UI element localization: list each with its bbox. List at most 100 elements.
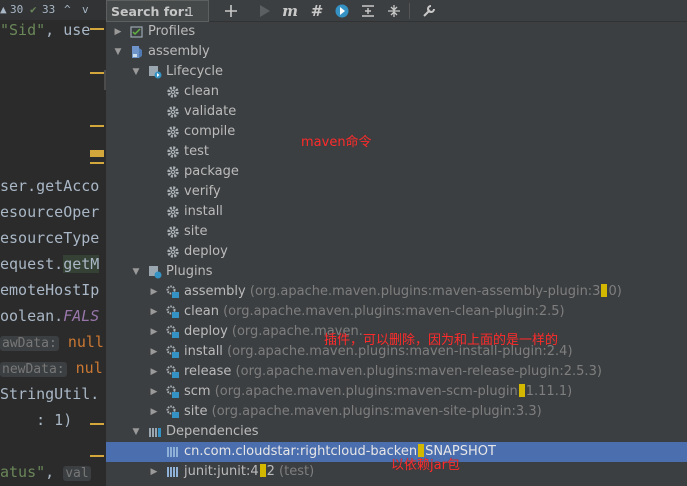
code-line: : 1) (0, 411, 73, 429)
chevron-right-icon[interactable]: ▶ (148, 382, 160, 402)
plugin-icon (166, 285, 179, 298)
chevron-right-icon[interactable]: ▶ (148, 462, 160, 482)
settings-wrench-icon[interactable] (419, 1, 439, 21)
chevron-right-icon[interactable]: ▶ (148, 282, 160, 302)
plugin-icon (166, 345, 179, 358)
plugins-folder-icon (149, 266, 162, 279)
expand-all-icon[interactable] (384, 1, 404, 21)
plugin-icon (166, 405, 179, 418)
gutter-marker (90, 125, 104, 127)
code-line: newData: nul (0, 359, 103, 377)
gear-icon (167, 126, 179, 138)
chevron-down-icon[interactable]: ▼ (130, 62, 142, 82)
lifecycle-goal-clean[interactable]: clean (106, 82, 687, 102)
lifecycle-goal-site[interactable]: site (106, 222, 687, 242)
previous-highlight-arrow[interactable]: ^ (64, 3, 71, 16)
chevron-right-icon[interactable]: ▶ (148, 302, 160, 322)
tree-item-label: Lifecycle (166, 64, 224, 79)
lifecycle-goal-deploy[interactable]: deploy (106, 242, 687, 262)
gutter-marker (90, 455, 104, 457)
tree-item-label: release (org.apache.maven.plugins:maven-… (184, 364, 602, 379)
chevron-down-icon[interactable]: ▼ (130, 262, 142, 282)
tree-item-label: scm (org.apache.maven.plugins:maven-scm-… (184, 384, 573, 399)
tree-item-plugins[interactable]: ▼ Plugins (106, 262, 687, 282)
tree-item-label: test (184, 144, 209, 159)
parameter-hint: awData: (0, 336, 59, 351)
add-icon[interactable] (221, 1, 241, 21)
lifecycle-icon[interactable] (332, 1, 352, 21)
chevron-down-icon[interactable]: ▼ (112, 42, 124, 62)
warning-count: 30 (10, 3, 24, 16)
lifecycle-folder-icon (149, 66, 162, 79)
plugin-item-assembly[interactable]: ▶ assembly (org.apache.maven.plugins:mave… (106, 282, 687, 302)
lifecycle-goal-test[interactable]: test (106, 142, 687, 162)
plugin-icon (166, 325, 179, 338)
gear-icon (167, 86, 179, 98)
tree-item-label: site (org.apache.maven.plugins:maven-sit… (184, 404, 542, 419)
code-line: esourceType (0, 229, 100, 247)
code-line: StringUtil. (0, 385, 100, 403)
search-match-marker (518, 384, 525, 397)
gear-icon (167, 186, 179, 198)
toolbar-divider (409, 3, 410, 19)
maven-goal-icon[interactable]: m (280, 1, 300, 21)
gutter-marker (90, 72, 104, 74)
chevron-right-icon[interactable]: ▶ (148, 362, 160, 382)
parameter-hint: newData: (0, 362, 67, 377)
search-value: 1 (186, 4, 194, 19)
lifecycle-goal-compile[interactable]: compile (106, 122, 687, 142)
search-input[interactable]: Search for: 1 (106, 0, 209, 22)
search-label: Search for: (111, 4, 189, 19)
library-icon (167, 447, 178, 457)
profiles-icon (130, 26, 143, 38)
annotation-plugins-note: 插件，可以删除，因为和上面的是一样的 (324, 333, 559, 348)
plugin-item-site[interactable]: ▶ site (org.apache.maven.plugins:maven-si… (106, 402, 687, 422)
ok-count: 33 (42, 3, 56, 16)
code-line: oolean.FALS (0, 307, 100, 325)
tree-item-label: junit:junit:4 2 (test) (184, 464, 315, 479)
tree-item-project[interactable]: ▼ assembly (106, 42, 687, 62)
inspection-gutter: ▲ 30 ✔ 33 ^ v (0, 0, 106, 20)
maven-project-icon (132, 46, 142, 58)
code-line: atus", val (0, 463, 91, 481)
check-icon: ✔ (30, 3, 37, 16)
lifecycle-goal-package[interactable]: package (106, 162, 687, 182)
run-icon[interactable] (255, 1, 275, 21)
chevron-right-icon[interactable]: ▶ (148, 322, 160, 342)
code-editor-strip: ▲ 30 ✔ 33 ^ v "Sid", use ser.getAcco eso… (0, 0, 106, 486)
next-highlight-arrow[interactable]: v (82, 3, 89, 16)
collapse-all-icon[interactable] (358, 1, 378, 21)
toggle-offline-icon[interactable]: # (307, 1, 327, 21)
tree-item-label: Dependencies (166, 424, 259, 439)
tree-item-label: assembly (148, 44, 210, 59)
gear-icon (167, 146, 179, 158)
chevron-right-icon[interactable]: ▶ (112, 22, 124, 42)
tree-item-label: install (184, 204, 223, 219)
chevron-right-icon[interactable]: ▶ (148, 402, 160, 422)
code-line: emoteHostIp (0, 281, 100, 299)
code-line: awData: null (0, 333, 104, 351)
plugin-item-clean[interactable]: ▶ clean (org.apache.maven.plugins:maven-c… (106, 302, 687, 322)
annotation-dependency-note: 以依赖jar包 (391, 458, 460, 473)
plugin-item-scm[interactable]: ▶ scm (org.apache.maven.plugins:maven-scm… (106, 382, 687, 402)
chevron-down-icon[interactable]: ▼ (130, 422, 142, 442)
dependencies-folder-icon (149, 428, 161, 437)
tree-item-label: site (184, 224, 208, 239)
library-icon (167, 467, 178, 477)
maven-toolbar: Search for: 1 m # (106, 0, 687, 22)
tree-item-label: Profiles (148, 24, 196, 39)
tree-item-label: clean (org.apache.maven.plugins:maven-cl… (184, 304, 565, 319)
tree-item-lifecycle[interactable]: ▼ Lifecycle (106, 62, 687, 82)
lifecycle-goal-install[interactable]: install (106, 202, 687, 222)
plugin-item-release[interactable]: ▶ release (org.apache.maven.plugins:maven… (106, 362, 687, 382)
gear-icon (167, 246, 179, 258)
maven-projects-tree: ▶ Profiles ▼ assembly ▼ Lifecycle clean validat… (106, 22, 687, 486)
tree-item-profiles[interactable]: ▶ Profiles (106, 22, 687, 42)
tree-item-dependencies[interactable]: ▼ Dependencies (106, 422, 687, 442)
lifecycle-goal-verify[interactable]: verify (106, 182, 687, 202)
chevron-right-icon[interactable]: ▶ (148, 342, 160, 362)
gear-icon (167, 226, 179, 238)
tree-item-label: deploy (184, 244, 228, 259)
lifecycle-goal-validate[interactable]: validate (106, 102, 687, 122)
gutter-marker (90, 150, 104, 157)
